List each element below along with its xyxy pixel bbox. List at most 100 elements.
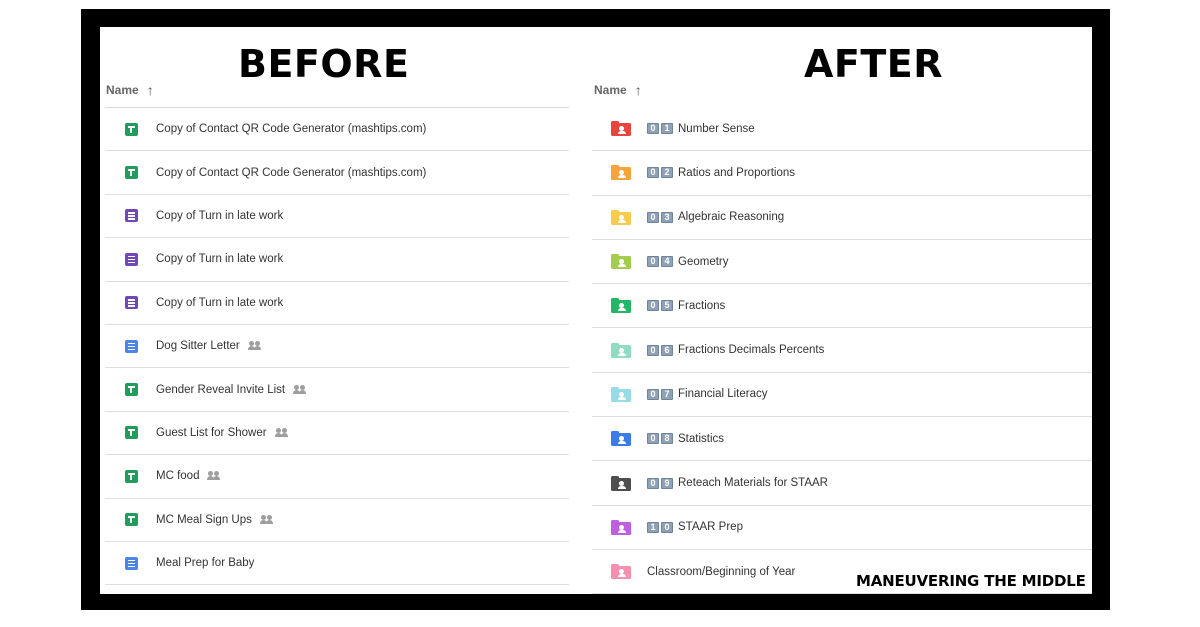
shared-folder-icon (611, 298, 631, 314)
folder-name: Fractions Decimals Percents (678, 344, 825, 357)
folder-row[interactable]: 0 7 Financial Literacy (592, 373, 1092, 418)
file-name: Copy of Contact QR Code Generator (masht… (156, 166, 427, 179)
number-badge: 08 (647, 433, 673, 445)
folder-name: Ratios and Proportions (678, 166, 795, 179)
digit-keycap: 0 (647, 300, 659, 312)
before-name-column-header[interactable]: Name ↑ (106, 82, 154, 98)
file-row[interactable]: Copy of Turn in late work (105, 238, 569, 282)
digit-keycap: 0 (647, 123, 659, 135)
folder-row[interactable]: 0 4 Geometry (592, 240, 1092, 285)
digit-keycap: 0 (647, 388, 659, 400)
digit-keycap: 1 (661, 123, 673, 135)
shared-folder-icon (611, 431, 631, 447)
number-badge: 06 (647, 344, 673, 356)
folder-name: Reteach Materials for STAAR (678, 477, 828, 490)
file-name: Dog Sitter Letter (156, 340, 240, 353)
folder-name: Number Sense (678, 122, 755, 135)
file-row[interactable]: Copy of Turn in late work (105, 282, 569, 325)
file-row[interactable]: Guest List for Shower (105, 412, 569, 456)
sheets-icon (125, 513, 138, 527)
file-name: Copy of Turn in late work (156, 209, 284, 222)
sheets-icon (125, 122, 138, 136)
shared-folder-icon (611, 386, 631, 402)
number-badge: 09 (647, 477, 673, 489)
folder-row[interactable]: 1 0 STAAR Prep (592, 506, 1092, 550)
shared-folder-icon (611, 209, 631, 225)
column-header-label: Name (106, 83, 139, 97)
docs-icon (125, 339, 138, 353)
digit-keycap: 0 (647, 256, 659, 268)
digit-keycap: 1 (647, 521, 659, 533)
number-badge: 01 (647, 123, 673, 135)
file-row[interactable]: MC Meal Sign Ups (105, 499, 569, 542)
file-row[interactable]: Dog Sitter Letter (105, 325, 569, 369)
file-name: Meal Prep for Baby (156, 557, 255, 570)
file-row[interactable]: MC food (105, 455, 569, 499)
folder-name: Statistics (678, 432, 725, 445)
folder-name: Algebraic Reasoning (678, 211, 785, 224)
number-badge: 07 (647, 388, 673, 400)
folder-row[interactable]: 0 9 Reteach Materials for STAAR (592, 461, 1092, 506)
digit-keycap: 0 (647, 344, 659, 356)
shared-people-icon (293, 384, 307, 395)
digit-keycap: 6 (661, 344, 673, 356)
digit-keycap: 8 (661, 433, 673, 445)
forms-icon (125, 209, 138, 223)
shared-folder-icon (611, 475, 631, 491)
number-badge: 10 (647, 521, 673, 533)
shared-folder-icon (611, 254, 631, 270)
folder-row[interactable]: 0 8 Statistics (592, 417, 1092, 462)
digit-keycap: 0 (647, 211, 659, 223)
before-heading: BEFORE (238, 42, 410, 86)
folder-row[interactable]: 0 6 Fractions Decimals Percents (592, 328, 1092, 373)
after-heading: AFTER (804, 42, 944, 86)
shared-people-icon (274, 427, 289, 438)
file-name: MC food (156, 470, 200, 483)
after-folder-list: 0 1 Number Sense 0 2 Ratios and Proportions 0 3… (592, 107, 1092, 594)
arrow-up-icon[interactable]: ↑ (635, 82, 642, 98)
shared-people-icon (207, 471, 221, 481)
docs-icon (125, 556, 138, 570)
sheets-icon (125, 383, 138, 397)
forms-icon (125, 252, 138, 266)
before-file-list: Copy of Contact QR Code Generator (masht… (105, 107, 569, 586)
file-row[interactable]: Gender Reveal Invite List (105, 368, 569, 412)
digit-keycap: 0 (647, 167, 659, 179)
digit-keycap: 0 (647, 433, 659, 445)
file-row[interactable]: Copy of Contact QR Code Generator (masht… (105, 108, 569, 152)
digit-keycap: 9 (661, 477, 673, 489)
sheets-icon (125, 166, 138, 180)
after-name-column-header[interactable]: Name ↑ (594, 82, 642, 98)
folder-row[interactable]: 0 1 Number Sense (592, 107, 1092, 152)
file-row[interactable]: Copy of Contact QR Code Generator (masht… (105, 151, 569, 195)
number-badge: 04 (647, 256, 673, 268)
digit-keycap: 0 (661, 521, 673, 533)
shared-folder-icon (611, 564, 631, 580)
sheets-icon (125, 426, 138, 440)
shared-folder-icon (611, 519, 631, 535)
digit-keycap: 0 (647, 477, 659, 489)
folder-row[interactable]: 0 2 Ratios and Proportions (592, 151, 1092, 196)
shared-folder-icon (611, 165, 631, 181)
arrow-up-icon[interactable]: ↑ (147, 82, 154, 98)
folder-row[interactable]: 0 3 Algebraic Reasoning (592, 196, 1092, 240)
file-row[interactable]: Copy of Turn in late work (105, 195, 569, 239)
folder-name: Classroom/Beginning of Year (647, 565, 796, 578)
sheets-icon (125, 469, 138, 483)
file-row[interactable]: Meal Prep for Baby (105, 542, 569, 586)
folder-name: Fractions (678, 299, 726, 312)
digit-keycap: 4 (661, 256, 673, 268)
folder-name: Geometry (678, 255, 729, 268)
folder-name: STAAR Prep (678, 521, 743, 534)
digit-keycap: 5 (661, 300, 673, 312)
column-header-label: Name (594, 83, 627, 97)
number-badge: 05 (647, 300, 673, 312)
file-name: Copy of Contact QR Code Generator (masht… (156, 123, 427, 136)
folder-row[interactable]: 0 5 Fractions (592, 284, 1092, 329)
forms-icon (125, 296, 138, 310)
file-name: Copy of Turn in late work (156, 253, 284, 266)
shared-folder-icon (611, 342, 631, 358)
digit-keycap: 7 (661, 388, 673, 400)
shared-people-icon (259, 514, 274, 525)
number-badge: 02 (647, 167, 673, 179)
